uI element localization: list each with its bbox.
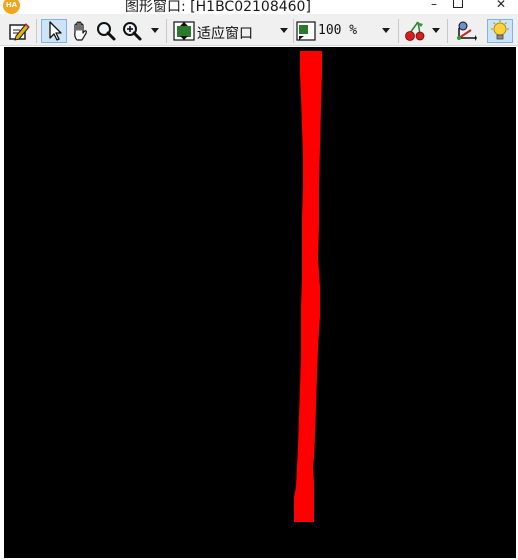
close-button[interactable]: ✕	[484, 0, 518, 13]
graphics-window: HA 图形窗口: [H1BC02108460] – ✕ 适应窗口 100 %	[0, 0, 518, 560]
app-logo-icon: HA	[3, 0, 20, 14]
zoom-in-icon	[123, 22, 142, 41]
edit-button[interactable]	[8, 20, 30, 42]
magnifier-icon	[97, 22, 116, 41]
magnify-button[interactable]	[95, 20, 117, 42]
info-button[interactable]	[487, 19, 513, 43]
window-title: 图形窗口: [H1BC02108460]	[125, 0, 311, 14]
toolbar-separator	[166, 19, 167, 43]
color-dropdown-arrow-icon[interactable]	[432, 28, 440, 33]
color-button[interactable]	[404, 20, 426, 42]
toolbar-separator	[293, 19, 294, 43]
maximize-button[interactable]	[447, 0, 469, 13]
axis-button[interactable]	[455, 20, 477, 42]
zoom-percent-dropdown-arrow-icon[interactable]	[382, 28, 390, 33]
toolbar: 适应窗口 100 %	[0, 14, 518, 46]
red-region	[294, 51, 322, 522]
color-cherry-icon	[405, 21, 425, 41]
maximize-icon	[453, 0, 463, 8]
graphics-canvas[interactable]	[4, 47, 516, 558]
fit-window-icon	[173, 21, 195, 41]
toolbar-separator	[398, 19, 399, 43]
pointer-button[interactable]	[41, 19, 67, 43]
zoom-in-button[interactable]	[121, 20, 143, 42]
zoom-percent-select[interactable]: 100 %	[318, 23, 357, 38]
lightbulb-icon	[491, 20, 509, 40]
fit-window-button[interactable]	[173, 20, 195, 42]
zoom-dropdown-arrow-icon[interactable]	[151, 28, 159, 33]
pan-hand-icon	[74, 21, 87, 41]
pointer-select-icon	[49, 21, 62, 41]
minimize-button[interactable]: –	[423, 0, 445, 13]
pan-button[interactable]	[69, 20, 91, 42]
title-bar[interactable]: HA 图形窗口: [H1BC02108460] – ✕	[0, 0, 518, 14]
canvas-drawing	[294, 51, 322, 522]
axis-icon	[457, 21, 477, 41]
fit-mode-dropdown-arrow-icon[interactable]	[280, 28, 288, 33]
toolbar-separator	[36, 19, 37, 43]
edit-pencil-icon	[9, 23, 30, 41]
zoom-percent-button[interactable]	[296, 20, 316, 42]
zoom-percent-icon	[296, 21, 316, 41]
fit-mode-select[interactable]: 适应窗口	[197, 23, 253, 43]
toolbar-separator	[447, 19, 448, 43]
